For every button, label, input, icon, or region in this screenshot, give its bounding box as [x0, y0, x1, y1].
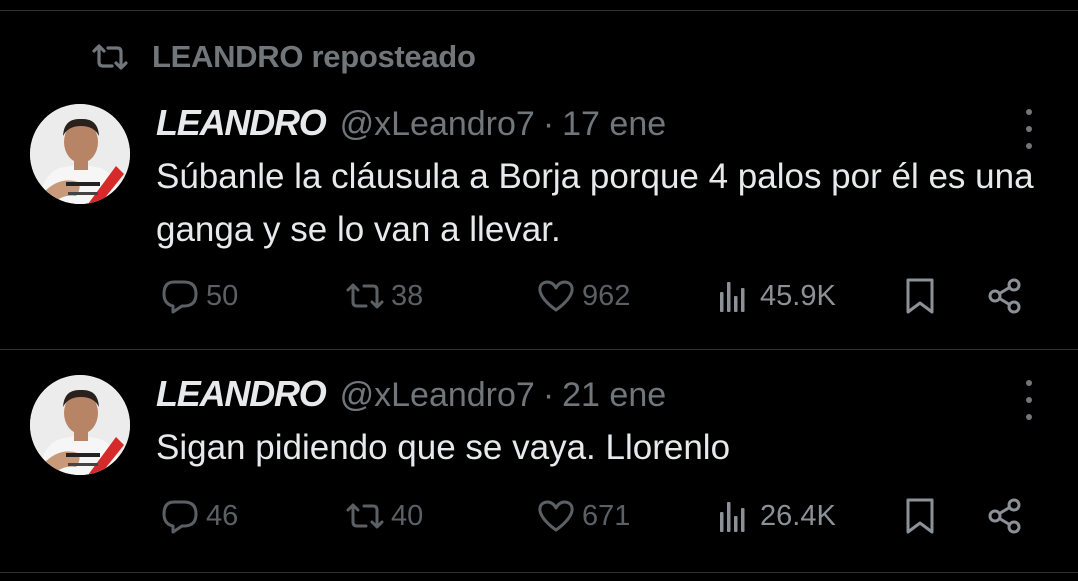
share-button[interactable] — [985, 276, 1025, 316]
like-icon — [538, 280, 574, 312]
like-button[interactable]: 671 — [536, 496, 630, 536]
share-icon — [988, 498, 1021, 534]
like-count: 671 — [582, 499, 631, 532]
reply-count: 46 — [206, 499, 239, 532]
reply-count: 50 — [206, 279, 239, 312]
bookmark-icon — [906, 498, 934, 534]
bookmark-button[interactable] — [900, 496, 940, 536]
like-button[interactable]: 962 — [536, 276, 630, 316]
separator: · — [542, 376, 555, 414]
views-count: 26.4K — [760, 499, 836, 532]
tweet-1[interactable]: LEANDRO reposteado LEANDRO @xLeandro7 · … — [0, 11, 1078, 350]
author-name[interactable]: LEANDRO — [156, 102, 327, 144]
bookmark-icon — [906, 278, 934, 314]
reply-button[interactable]: 50 — [160, 276, 238, 316]
retweet-button[interactable]: 38 — [345, 276, 423, 316]
avatar[interactable] — [30, 375, 130, 475]
retweet-count: 38 — [391, 279, 424, 312]
tweet-actions: 50 38 962 45.9K — [0, 276, 1078, 326]
tweet-header: LEANDRO @xLeandro7 · 17 ene — [156, 102, 666, 144]
retweet-icon — [346, 283, 384, 309]
tweet-2[interactable]: LEANDRO @xLeandro7 · 21 ene Sigan pidien… — [0, 351, 1078, 573]
avatar[interactable] — [30, 104, 130, 204]
views-count: 45.9K — [760, 279, 836, 312]
tweet-header: LEANDRO @xLeandro7 · 21 ene — [156, 373, 666, 415]
more-icon[interactable] — [1019, 380, 1039, 420]
retweet-count: 40 — [391, 499, 424, 532]
bookmark-button[interactable] — [900, 276, 940, 316]
like-icon — [538, 500, 574, 532]
repost-context: LEANDRO reposteado — [90, 39, 476, 75]
separator: · — [542, 105, 555, 143]
retweet-button[interactable]: 40 — [345, 496, 423, 536]
views-button[interactable]: 26.4K — [714, 496, 836, 536]
reply-icon — [162, 500, 198, 534]
more-icon[interactable] — [1019, 109, 1039, 149]
author-handle[interactable]: @xLeandro7 — [340, 105, 535, 144]
views-icon — [720, 282, 745, 312]
reply-button[interactable]: 46 — [160, 496, 238, 536]
repost-label[interactable]: LEANDRO reposteado — [152, 39, 476, 75]
tweet-text: Sigan pidiendo que se vaya. Llorenlo — [156, 428, 731, 467]
author-name[interactable]: LEANDRO — [156, 373, 327, 415]
share-button[interactable] — [985, 496, 1025, 536]
retweet-icon — [346, 503, 384, 529]
author-handle[interactable]: @xLeandro7 — [340, 376, 535, 415]
like-count: 962 — [582, 279, 631, 312]
share-icon — [988, 278, 1021, 314]
views-button[interactable]: 45.9K — [714, 276, 836, 316]
tweet-date[interactable]: 21 ene — [562, 376, 666, 415]
reply-icon — [162, 280, 198, 314]
repost-icon — [92, 44, 128, 70]
views-icon — [720, 502, 745, 532]
tweet-date[interactable]: 17 ene — [562, 105, 666, 144]
tweet-actions: 46 40 671 26.4K — [0, 496, 1078, 546]
tweet-text: Súbanle la cláusula a Borja porque 4 pal… — [156, 157, 1034, 249]
